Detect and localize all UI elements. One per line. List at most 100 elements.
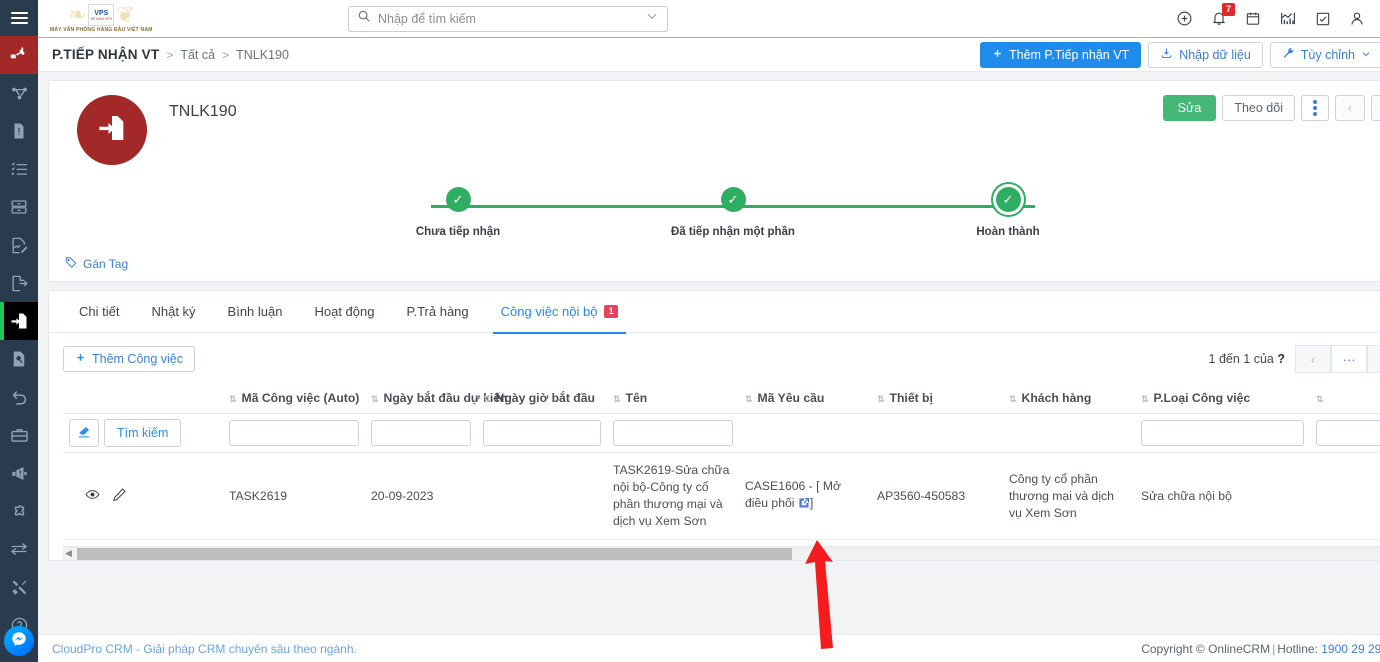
sidebar-item-briefcase[interactable] [0,416,38,454]
tab-cong-viec-noi-bo-label: Công việc nội bộ [500,303,598,319]
sidebar-item-checklist[interactable] [0,150,38,188]
exchange-icon [9,539,29,559]
eye-icon[interactable] [85,487,100,505]
left-sidebar [0,0,38,662]
sort-icon: ⇅ [483,394,491,404]
calendar-icon[interactable] [1245,10,1261,27]
row-code[interactable]: TASK2619 [223,452,365,540]
sidebar-item-share-nodes[interactable] [0,74,38,112]
more-actions-button[interactable] [1301,95,1329,121]
th-name[interactable]: ⇅ Tên [607,383,739,414]
sidebar-item-document-alert[interactable] [0,112,38,150]
follow-button[interactable]: Theo dõi [1222,95,1295,121]
th-device[interactable]: ⇅ Thiết bị [871,383,1003,414]
table-row[interactable]: TASK2619 20-09-2023 TASK2619-Sửa chữa nộ… [63,452,1380,540]
top-icon-bar: 7 [1176,3,1380,27]
prev-record-button[interactable]: ‹ [1335,95,1365,121]
search-filter-button[interactable]: Tìm kiếm [104,419,182,447]
assign-tag[interactable]: Gán Tag [65,256,1380,271]
th-task-type[interactable]: ⇅ P.Loại Công việc [1135,383,1310,414]
seal-line-2: SP NAM VPS [90,16,112,21]
tab-cong-viec-noi-bo[interactable]: Công việc nội bộ 1 [485,291,634,334]
sidebar-item-exchange[interactable] [0,530,38,568]
next-record-button[interactable]: › [1371,95,1380,121]
row-customer[interactable]: Công ty cổ phần thương mại và dịch vụ Xe… [1003,452,1135,540]
search-input[interactable] [378,11,638,26]
tab-p-tra-hang[interactable]: P.Trả hàng [390,291,484,333]
tab-nhat-ky[interactable]: Nhật ký [135,291,211,333]
add-task-button[interactable]: Thêm Công việc [63,346,196,372]
sidebar-item-hand-wrench[interactable] [0,36,38,74]
th-code[interactable]: ⇅ Mã Công việc (Auto) [223,383,365,414]
edit-button[interactable]: Sửa [1162,95,1217,121]
breadcrumb-all[interactable]: Tất cả [180,48,215,62]
row-name[interactable]: TASK2619-Sửa chữa nội bộ-Công ty cổ phần… [607,452,739,540]
th-start-datetime-label: Ngày giờ bắt đầu [495,391,595,405]
filter-start-datetime-input[interactable] [483,420,601,446]
messenger-chat-button[interactable] [4,626,34,656]
pagination-next-button[interactable]: › [1367,345,1380,373]
tab-chi-tiet[interactable]: Chi tiết [63,291,135,333]
th-customer[interactable]: ⇅ Khách hàng [1003,383,1135,414]
sidebar-item-document-export[interactable] [0,264,38,302]
row-task-type: Sửa chữa nội bộ [1135,452,1310,540]
tab-hoat-dong[interactable]: Hoạt động [298,291,390,333]
plus-icon [75,352,86,366]
stepper-step-2[interactable]: ✓ Đã tiếp nhận một phần [658,187,808,238]
chevron-down-icon [1361,48,1371,62]
more-vertical-icon [1313,100,1317,116]
sidebar-item-megaphone[interactable] [0,454,38,492]
import-icon [1160,47,1173,63]
sidebar-item-puzzle[interactable] [0,492,38,530]
sidebar-item-document-search[interactable] [0,340,38,378]
hamburger-icon[interactable] [0,0,38,36]
global-search[interactable] [348,5,668,32]
row-device[interactable]: AP3560-450583 [871,452,1003,540]
tab-binh-luan[interactable]: Bình luận [212,291,299,333]
th-extra[interactable]: ⇅ [1310,383,1380,414]
sidebar-item-undo[interactable] [0,378,38,416]
footer-left-text[interactable]: CloudPro CRM - Giải pháp CRM chuyên sâu … [52,642,357,656]
external-link-icon[interactable] [798,497,810,514]
filter-planned-date-input[interactable] [371,420,471,446]
th-planned-date[interactable]: ⇅ Ngày bắt đầu dự kiến [365,383,508,414]
pagination-more-button[interactable]: ··· [1331,345,1367,373]
plus-circle-icon[interactable] [1176,10,1193,27]
scroll-left-icon[interactable]: ◀ [65,548,72,559]
pagination-prev-button[interactable]: ‹ [1295,345,1331,373]
import-data-button[interactable]: Nhập dữ liệu [1148,41,1263,68]
sidebar-item-tools[interactable] [0,568,38,606]
sidebar-item-document-edit[interactable] [0,226,38,264]
pencil-icon[interactable] [112,487,127,505]
user-icon[interactable] [1349,10,1365,27]
footer-hotline-number[interactable]: 1900 29 29 90 [1321,642,1380,656]
checkbox-icon[interactable] [1315,11,1331,27]
th-request-code[interactable]: ⇅ Mã Yêu cầu [739,383,871,414]
chart-icon[interactable] [1279,10,1297,27]
filter-task-type-input[interactable] [1141,420,1304,446]
filter-name-cell [607,413,739,453]
sidebar-item-drawer[interactable] [0,188,38,226]
filter-extra-input[interactable] [1316,420,1380,446]
brand-logo[interactable]: ❧ VPS SP NAM VPS ❦ MÁY VĂN PHÒNG HÀNG ĐẦ… [38,4,338,34]
stepper-step-1[interactable]: ✓ Chưa tiếp nhận [383,187,533,238]
puzzle-icon [10,502,29,521]
customize-button[interactable]: Tùy chỉnh [1269,41,1380,68]
sidebar-item-document-import[interactable] [0,302,38,340]
footer-separator: | [1272,641,1276,656]
th-start-datetime[interactable]: ⇅ Ngày giờ bắt đầu [477,383,607,414]
filter-code-input[interactable] [229,420,359,446]
row-actions-cell [63,452,223,540]
filter-name-input[interactable] [613,420,733,446]
check-icon: ✓ [720,187,746,212]
chevron-down-icon[interactable] [645,9,659,28]
scroll-thumb[interactable] [77,547,792,560]
table-horizontal-scrollbar[interactable]: ◀ ▶ [63,546,1380,560]
stepper-step-3[interactable]: ✓ Hoàn thành [933,187,1083,238]
breadcrumb-module[interactable]: P.TIẾP NHẬN VT [52,47,159,62]
add-receipt-button[interactable]: Thêm P.Tiếp nhận VT [979,41,1142,68]
breadcrumb-actions: Thêm P.Tiếp nhận VT Nhập dữ liệu Tùy chỉ… [979,41,1380,68]
clear-filter-button[interactable] [69,419,99,447]
bell-icon[interactable]: 7 [1211,3,1235,27]
row-request-code[interactable]: CASE1606 - [ Mở điều phối ] [739,452,871,540]
